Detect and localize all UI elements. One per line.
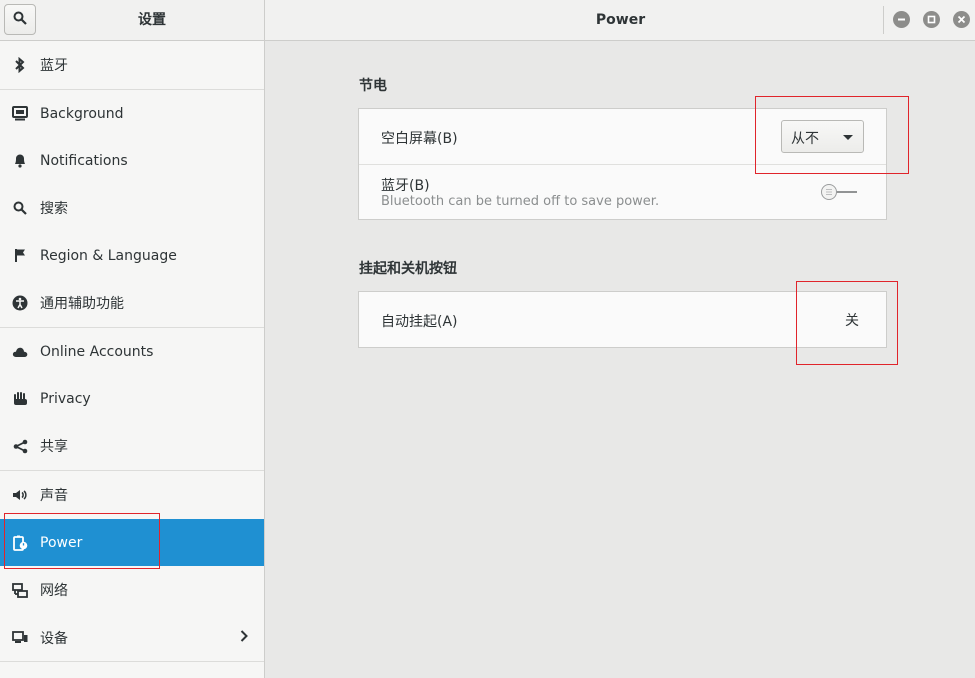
devices-icon [11, 629, 29, 647]
close-icon [957, 12, 966, 28]
sidebar-title: 设置 [138, 12, 166, 28]
sidebar-item-background[interactable]: Background [0, 90, 264, 137]
network-icon [11, 581, 29, 599]
sidebar-item-bluetooth[interactable]: 蓝牙 [0, 41, 264, 89]
bluetooth-description: Bluetooth can be turned off to save powe… [381, 194, 660, 209]
sidebar-item-privacy[interactable]: Privacy [0, 375, 264, 422]
bell-icon [11, 152, 29, 170]
display-icon [11, 105, 29, 123]
sidebar-divider [0, 661, 264, 662]
sidebar-item-label: Notifications [40, 152, 128, 169]
highlight-box-auto-suspend [796, 281, 898, 365]
flag-icon [11, 247, 29, 265]
sidebar-item-label: 共享 [40, 439, 68, 455]
page-title: Power [595, 12, 646, 28]
sidebar-item-label: Online Accounts [40, 343, 154, 360]
sidebar-item-network[interactable]: 网络 [0, 566, 264, 614]
search-button[interactable] [4, 4, 36, 35]
maximize-icon [927, 12, 936, 28]
bluetooth-icon [11, 56, 29, 74]
bluetooth-toggle[interactable] [819, 182, 859, 202]
sidebar-item-notifications[interactable]: Notifications [0, 137, 264, 184]
window-controls-separator [883, 6, 884, 34]
sidebar-item-accessibility[interactable]: 通用辅助功能 [0, 279, 264, 327]
accessibility-icon [11, 294, 29, 312]
header-bar: 设置 Power [0, 0, 975, 41]
sidebar-item-online-accounts[interactable]: Online Accounts [0, 328, 264, 375]
sidebar-item-label: 声音 [40, 488, 68, 504]
highlight-box-blank-screen [755, 96, 909, 174]
sidebar-item-search[interactable]: 搜索 [0, 184, 264, 232]
sidebar-header: 设置 [0, 0, 265, 40]
sidebar-item-label: 搜索 [40, 201, 68, 217]
close-button[interactable] [953, 11, 970, 28]
hand-icon [11, 390, 29, 408]
minimize-icon [897, 12, 906, 28]
minimize-button[interactable] [893, 11, 910, 28]
sidebar-item-label: 网络 [40, 583, 68, 599]
cloud-icon [11, 343, 29, 361]
highlight-box-power [4, 513, 160, 569]
sidebar-item-label: Background [40, 105, 124, 122]
speaker-icon [11, 486, 29, 504]
sidebar-item-devices[interactable]: 设备 [0, 614, 264, 661]
search-icon [13, 11, 27, 29]
bluetooth-label: 蓝牙(B) [381, 178, 430, 194]
sidebar-item-label: 蓝牙 [40, 58, 68, 74]
section-title-power-saving: 节电 [359, 78, 387, 94]
sidebar-item-label: 通用辅助功能 [40, 296, 124, 312]
blank-screen-label: 空白屏幕(B) [381, 131, 458, 147]
sidebar-item-label: Region & Language [40, 247, 177, 264]
chevron-right-icon [240, 629, 248, 646]
share-icon [11, 437, 29, 455]
sidebar: 蓝牙 Background Notifications 搜索 Region & … [0, 41, 265, 678]
maximize-button[interactable] [923, 11, 940, 28]
search-icon [11, 199, 29, 217]
sidebar-item-label: 设备 [40, 630, 68, 647]
sidebar-item-sharing[interactable]: 共享 [0, 422, 264, 470]
sidebar-item-region-language[interactable]: Region & Language [0, 232, 264, 279]
sidebar-item-label: Privacy [40, 390, 91, 407]
auto-suspend-label[interactable]: 自动挂起(A) [381, 311, 458, 331]
section-title-suspend: 挂起和关机按钮 [359, 261, 457, 277]
sidebar-item-sound[interactable]: 声音 [0, 471, 264, 519]
